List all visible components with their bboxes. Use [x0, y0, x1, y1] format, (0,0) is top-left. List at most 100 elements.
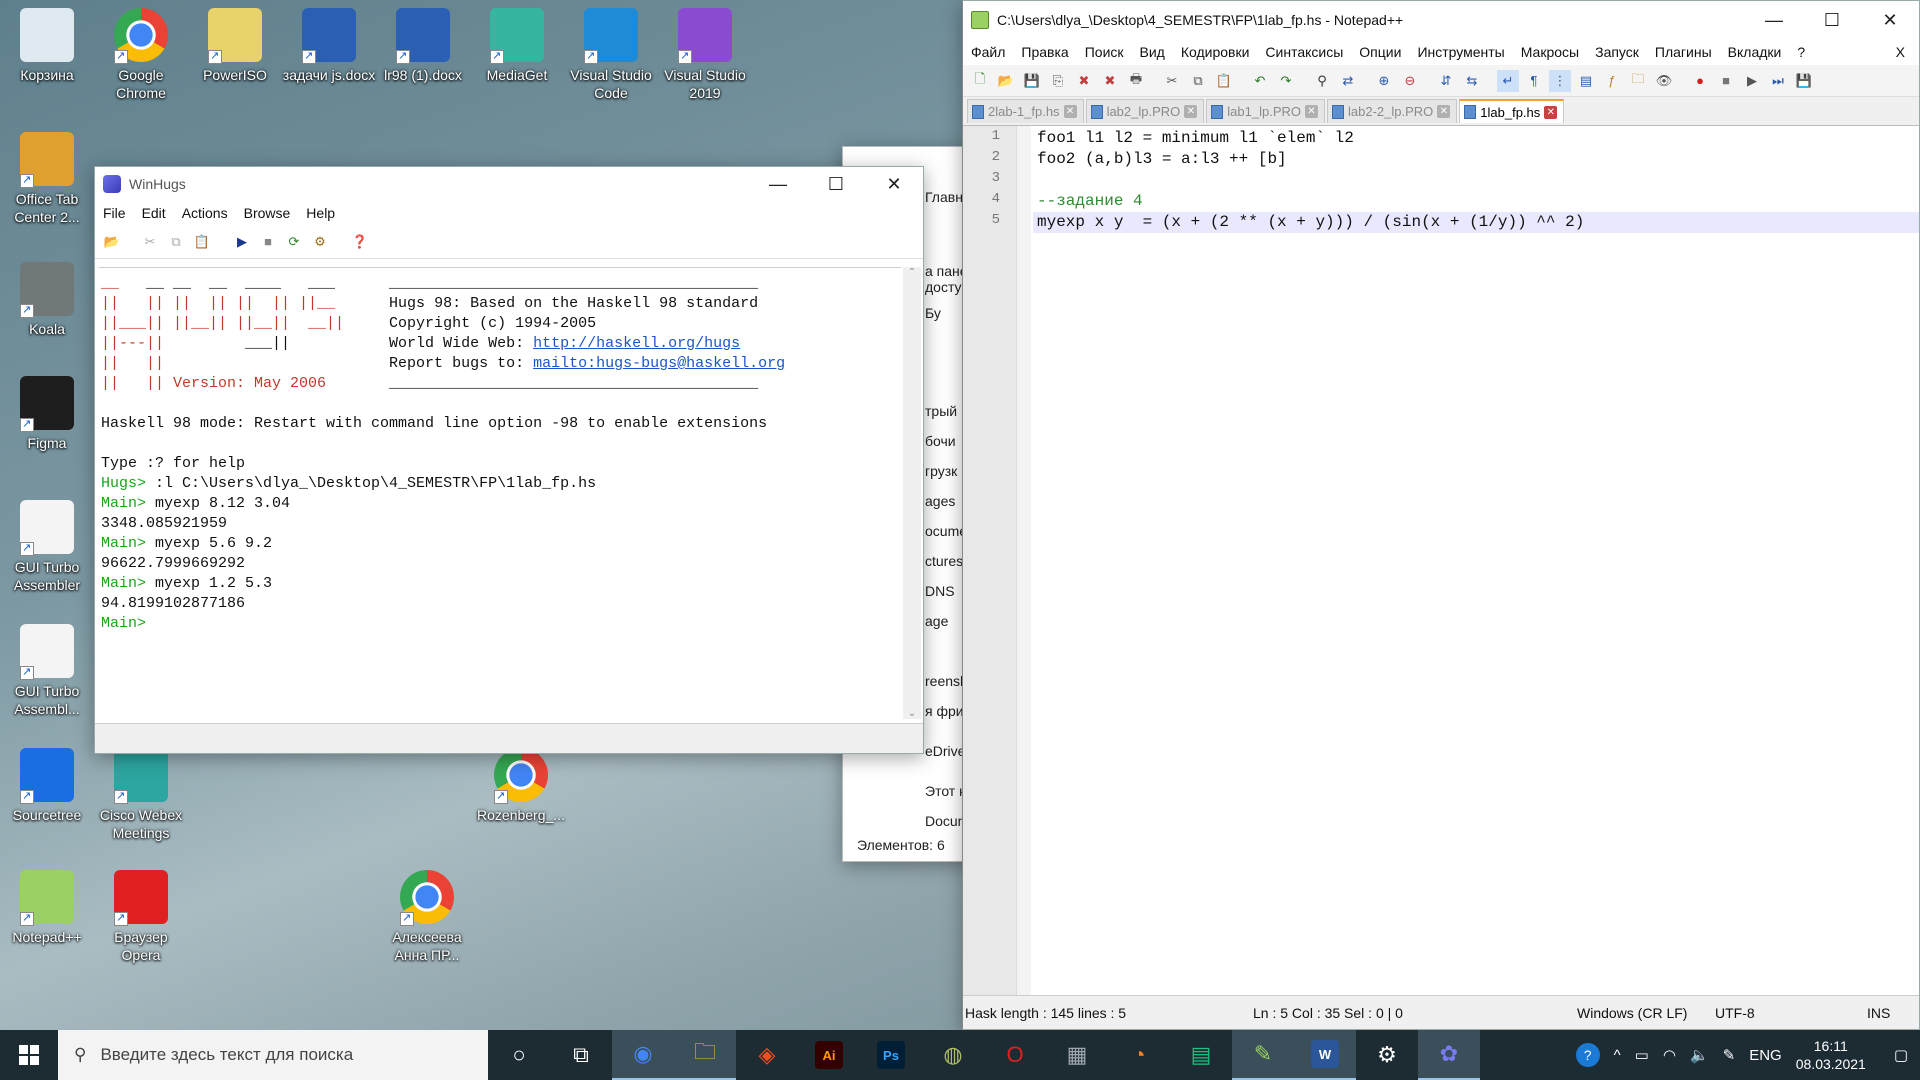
notepadpp-window[interactable]: C:\Users\dlya_\Desktop\4_SEMESTR\FP\1lab… [962, 0, 1920, 1030]
copy-icon[interactable]: ⧉ [165, 231, 187, 253]
sync-h-icon[interactable]: ⇆ [1461, 70, 1483, 92]
npp-titlebar[interactable]: C:\Users\dlya_\Desktop\4_SEMESTR\FP\1lab… [963, 1, 1919, 39]
code-line[interactable]: --задание 4 [1033, 191, 1919, 212]
print-icon[interactable]: 🖶 [1125, 70, 1147, 92]
undo-icon[interactable]: ↶ [1249, 70, 1271, 92]
taskbar-ball[interactable]: ◍ [922, 1030, 984, 1080]
desktop-icon[interactable]: задачи js.docx [282, 8, 376, 84]
zoom-in-icon[interactable]: ⊕ [1373, 70, 1395, 92]
redo-icon[interactable]: ↷ [1275, 70, 1297, 92]
paste-icon[interactable]: 📋 [191, 231, 213, 253]
file-tab[interactable]: 1lab_fp.hs ✕ [1459, 99, 1565, 123]
show-all-chars-icon[interactable]: ¶ [1523, 70, 1545, 92]
taskbar-prolog[interactable]: ▤ [1170, 1030, 1232, 1080]
help-tray-icon[interactable]: ? [1575, 1043, 1600, 1067]
tab-close-icon[interactable]: ✕ [1437, 105, 1451, 118]
cut-icon[interactable]: ✂ [1161, 70, 1183, 92]
desktop-icon[interactable]: Браузер Opera [94, 870, 188, 964]
menu-item[interactable]: Макросы [1513, 44, 1587, 60]
desktop-icon[interactable]: Figma [0, 376, 94, 452]
stop-macro-icon[interactable]: ■ [1715, 70, 1737, 92]
taskbar-word[interactable]: W [1294, 1030, 1356, 1080]
desktop-icon[interactable]: Алексеева Анна ПР... [380, 870, 474, 964]
sync-v-icon[interactable]: ⇵ [1435, 70, 1457, 92]
menu-item[interactable]: Actions [174, 205, 236, 221]
menu-item[interactable]: Вкладки [1720, 44, 1790, 60]
code-line[interactable]: foo1 l1 l2 = minimum l1 `elem` l2 [1033, 128, 1919, 149]
explorer-row[interactable]: Элементов: 6 [857, 837, 945, 853]
taskbar-explorer[interactable]: 🗀 [674, 1030, 736, 1080]
minimize-button[interactable]: — [1745, 3, 1803, 37]
desktop-icon[interactable]: MediaGet [470, 8, 564, 84]
menu-item[interactable]: Файл [963, 44, 1013, 60]
zoom-out-icon[interactable]: ⊖ [1399, 70, 1421, 92]
minimize-button[interactable]: — [749, 167, 807, 201]
taskbar-search-box[interactable]: ⚲ Введите здесь текст для поиска [58, 1030, 488, 1080]
menu-item[interactable]: Edit [134, 205, 174, 221]
desktop-icon[interactable]: Cisco Webex Meetings [94, 748, 188, 842]
play-macro-icon[interactable]: ▶ [1741, 70, 1763, 92]
taskbar-figma[interactable]: ◈ [736, 1030, 798, 1080]
cut-icon[interactable]: ✂ [139, 231, 161, 253]
save-all-icon[interactable]: ⎘ [1047, 70, 1069, 92]
open-file-icon[interactable]: 📂 [995, 70, 1017, 92]
save-macro-icon[interactable]: 💾 [1793, 70, 1815, 92]
taskbar-winhugs[interactable]: ✿ [1418, 1030, 1480, 1080]
close-doc-x[interactable]: X [1888, 44, 1913, 60]
tab-close-icon[interactable]: ✕ [1184, 105, 1198, 118]
explorer-row[interactable]: eDrive [925, 743, 965, 759]
wifi-icon[interactable]: ◠ [1663, 1046, 1676, 1064]
menu-item[interactable]: Browse [236, 205, 299, 221]
pen-icon[interactable]: ✎ [1723, 1046, 1736, 1064]
explorer-row[interactable]: ages [925, 493, 955, 509]
file-tab[interactable]: 2lab-1_fp.hs ✕ [967, 99, 1084, 123]
menu-item[interactable]: Запуск [1587, 44, 1647, 60]
menu-item[interactable]: Инструменты [1409, 44, 1512, 60]
tab-close-icon[interactable]: ✕ [1305, 105, 1318, 118]
desktop-icon[interactable]: GUI Turbo Assembler [0, 500, 94, 594]
taskbar-illustrator[interactable]: Ai [798, 1030, 860, 1080]
menu-item[interactable]: Help [298, 205, 343, 221]
menu-item[interactable]: Правка [1013, 44, 1076, 60]
function-list-icon[interactable]: ƒ [1601, 70, 1623, 92]
new-file-icon[interactable]: 🗋 [969, 70, 991, 92]
word-wrap-icon[interactable]: ↵ [1497, 69, 1519, 92]
taskbar-calculator[interactable]: ▦ [1046, 1030, 1108, 1080]
replace-icon[interactable]: ⇄ [1337, 70, 1359, 92]
taskbar-chrome[interactable]: ◉ [612, 1030, 674, 1080]
code-line[interactable]: foo2 (a,b)l3 = a:l3 ++ [b] [1033, 149, 1919, 170]
bugs-link[interactable]: mailto:hugs-bugs@haskell.org [533, 355, 785, 372]
menu-item[interactable]: Поиск [1077, 44, 1132, 60]
close-all-icon[interactable]: ✖ [1099, 70, 1121, 92]
desktop-icon[interactable]: Visual Studio Code [564, 8, 658, 102]
taskbar-photoshop[interactable]: Ps [860, 1030, 922, 1080]
desktop-icon[interactable]: Office Tab Center 2... [0, 132, 94, 226]
start-button[interactable] [0, 1030, 58, 1080]
close-button[interactable]: ✕ [865, 167, 923, 201]
close-button[interactable]: ✕ [1861, 3, 1919, 37]
desktop-icon[interactable]: PowerISO [188, 8, 282, 84]
chevron-up-icon[interactable]: ^ [1614, 1047, 1621, 1064]
menu-item[interactable]: ? [1789, 44, 1813, 60]
language-indicator[interactable]: ENG [1749, 1047, 1782, 1064]
maximize-button[interactable]: ☐ [807, 167, 865, 201]
menu-item[interactable]: Плагины [1647, 44, 1720, 60]
help-icon[interactable]: ❓ [349, 231, 371, 253]
menu-item[interactable]: Вид [1132, 44, 1173, 60]
monitor-icon[interactable]: 👁 [1653, 70, 1675, 92]
npp-editor[interactable]: 1 2 3 4 5 foo1 l1 l2 = minimum l1 `elem` l2 f… [963, 125, 1919, 997]
run-macro-icon[interactable]: ⏭ [1767, 70, 1789, 92]
explorer-row[interactable]: Главн [925, 189, 963, 205]
open-icon[interactable]: 📂 [101, 231, 123, 253]
reload-icon[interactable]: ⟳ [283, 231, 305, 253]
file-tab[interactable]: lab2_lp.PRO ✕ [1085, 99, 1205, 123]
taskbar-opera[interactable]: O [984, 1030, 1046, 1080]
explorer-row[interactable]: я фри [925, 703, 964, 719]
desktop-icon[interactable]: Sourcetree [0, 748, 94, 824]
folder-workspace-icon[interactable]: 🗀 [1627, 70, 1649, 92]
desktop-icon[interactable]: Notepad++ [0, 870, 94, 946]
file-tab[interactable]: lab2-2_lp.PRO ✕ [1327, 99, 1458, 123]
doc-map-icon[interactable]: ▤ [1575, 70, 1597, 92]
desktop-icon[interactable]: Visual Studio 2019 [658, 8, 752, 102]
record-macro-icon[interactable]: ● [1689, 70, 1711, 92]
